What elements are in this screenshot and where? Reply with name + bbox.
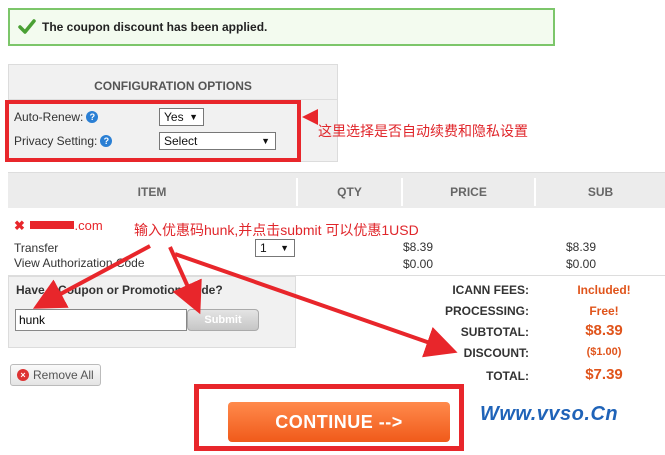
annotation-arrows [32,109,458,358]
arrow-to-discount [174,252,458,358]
arrow-to-coupon-input [32,244,151,309]
